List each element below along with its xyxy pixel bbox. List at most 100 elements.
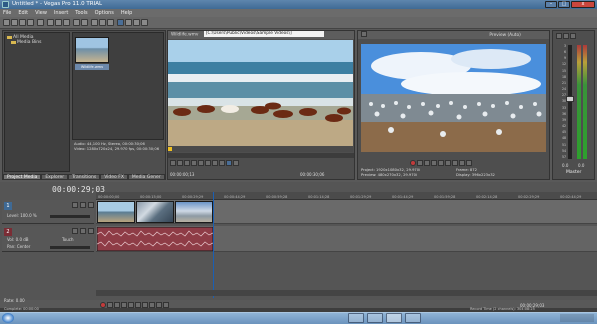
taskbar-ie-icon[interactable] <box>348 313 364 323</box>
tree-item-media-bins[interactable]: Media Bins <box>9 40 69 45</box>
mark-in-icon[interactable] <box>205 160 211 166</box>
main-toolbar <box>0 17 597 29</box>
save-icon[interactable] <box>19 19 26 26</box>
taskbar-vegas-icon[interactable] <box>386 313 402 323</box>
tab-media-generators[interactable]: Media Gener <box>127 174 165 180</box>
open-icon[interactable] <box>11 19 18 26</box>
preview-preview-value: 480x270x32, 29.970i <box>377 172 417 177</box>
tab-video-fx[interactable]: Video FX <box>100 174 128 180</box>
video-clip-wildlife-2[interactable] <box>136 201 174 223</box>
properties-icon[interactable] <box>27 19 34 26</box>
paste-icon[interactable] <box>63 19 70 26</box>
video-track-mute-icon[interactable] <box>80 202 86 208</box>
render-icon[interactable] <box>37 19 44 26</box>
preview-project-value: 1920x1080x32, 29.970i <box>376 168 421 172</box>
master-fader-handle[interactable] <box>566 96 574 102</box>
menu-tools[interactable]: Tools <box>75 9 87 17</box>
video-level-slider[interactable] <box>50 215 90 218</box>
tab-project-media[interactable]: Project Media <box>3 174 42 180</box>
start-windows-icon[interactable] <box>2 313 14 323</box>
preview-display-value: 396x223x32 <box>471 172 495 177</box>
edit-tool-icon[interactable] <box>91 19 98 26</box>
close-button[interactable]: x <box>571 1 595 8</box>
rewind-icon[interactable] <box>191 160 197 166</box>
preview-video-frame <box>361 44 546 152</box>
master-solo-icon[interactable] <box>570 33 576 39</box>
loop-icon[interactable] <box>184 160 190 166</box>
preview-stop-icon[interactable] <box>438 160 444 166</box>
system-tray[interactable] <box>560 314 594 322</box>
master-level-left: 0.0 <box>562 163 569 168</box>
preview-pause-icon[interactable] <box>431 160 437 166</box>
video-track-fx-icon[interactable] <box>72 202 78 208</box>
trimmer-path-dropdown[interactable]: [C:\Users\Public\Videos\Sample Videos\] <box>203 31 324 37</box>
stop-icon[interactable] <box>177 160 183 166</box>
ruler-tick: 00:01:59;28 <box>434 195 456 199</box>
video-track-solo-icon[interactable] <box>88 202 94 208</box>
preview-project-label: Project: <box>361 168 375 172</box>
help-icon[interactable] <box>141 19 148 26</box>
snapping-icon[interactable] <box>117 19 124 26</box>
preview-title: Preview (Auto) <box>489 32 521 38</box>
loop-playback-icon[interactable] <box>417 160 423 166</box>
video-clip-wildlife-1[interactable] <box>97 201 135 223</box>
next-frame-icon[interactable] <box>466 160 472 166</box>
window-titlebar: Untitled * - Vegas Pro 11.0 TRIAL <box>0 0 597 9</box>
maximize-button[interactable]: □ <box>558 1 570 8</box>
go-start-icon[interactable] <box>445 160 451 166</box>
media-thumbnail[interactable] <box>75 37 109 63</box>
audio-touch-mode[interactable]: Touch <box>62 237 73 242</box>
prev-frame-icon[interactable] <box>459 160 465 166</box>
go-end-icon[interactable] <box>452 160 458 166</box>
timeline-cursor[interactable] <box>213 192 214 298</box>
add-before-icon[interactable] <box>233 160 239 166</box>
taskbar-media-player-icon[interactable] <box>405 313 421 323</box>
ruler-tick: 00:00:29;29 <box>182 195 204 199</box>
lock-envelopes-icon[interactable] <box>133 19 140 26</box>
auto-ripple-icon[interactable] <box>125 19 132 26</box>
master-scale: 3 6 9 12 15 18 21 24 27 30 33 36 39 42 45 48 51 54 57 <box>561 44 566 159</box>
zoom-icon[interactable] <box>219 160 225 166</box>
ruler-tick: 00:02:44;29 <box>560 195 582 199</box>
master-mute-icon[interactable] <box>563 33 569 39</box>
menu-options[interactable]: Options <box>95 9 114 17</box>
track-list-empty <box>2 254 94 298</box>
tab-transitions[interactable]: Transitions <box>68 174 101 180</box>
trimmer-scrub-bar[interactable] <box>168 153 354 158</box>
audio-track-fx-icon[interactable] <box>72 228 78 234</box>
menu-edit[interactable]: Edit <box>18 9 28 17</box>
taskbar-explorer-icon[interactable] <box>367 313 383 323</box>
add-to-timeline-icon[interactable] <box>226 160 232 166</box>
audio-clip[interactable] <box>97 227 213 251</box>
play-icon[interactable] <box>170 160 176 166</box>
redo-icon[interactable] <box>81 19 88 26</box>
tab-explorer[interactable]: Explorer <box>41 174 69 180</box>
envelope-tool-icon[interactable] <box>99 19 106 26</box>
menu-help[interactable]: Help <box>121 9 132 17</box>
audio-pan-slider[interactable] <box>50 246 90 249</box>
audio-track-solo-icon[interactable] <box>88 228 94 234</box>
mark-out-icon[interactable] <box>212 160 218 166</box>
video-clip-wildlife-3[interactable] <box>175 201 213 223</box>
new-project-icon[interactable] <box>3 19 10 26</box>
cut-icon[interactable] <box>47 19 54 26</box>
copy-icon[interactable] <box>55 19 62 26</box>
menu-view[interactable]: View <box>35 9 47 17</box>
trimmer-video-frame <box>168 40 353 152</box>
selection-tool-icon[interactable] <box>107 19 114 26</box>
undo-icon[interactable] <box>73 19 80 26</box>
media-thumbnail-label: Wildlife.wmv <box>75 64 109 70</box>
video-track-header: 1 Level: 100.0 % <box>2 200 94 224</box>
record-icon[interactable] <box>410 160 416 166</box>
timeline-scrollbar[interactable] <box>96 290 597 296</box>
trimmer-end-time: 00:00:30;06 <box>300 172 325 177</box>
audio-track-mute-icon[interactable] <box>80 228 86 234</box>
preview-properties-icon[interactable] <box>361 31 367 37</box>
forward-icon[interactable] <box>198 160 204 166</box>
menu-file[interactable]: File <box>3 9 11 17</box>
master-fx-icon[interactable] <box>556 33 562 39</box>
preview-play-icon[interactable] <box>424 160 430 166</box>
menu-insert[interactable]: Insert <box>54 9 68 17</box>
ruler-tick: 00:00:59;28 <box>266 195 288 199</box>
minimize-button[interactable]: – <box>545 1 557 8</box>
